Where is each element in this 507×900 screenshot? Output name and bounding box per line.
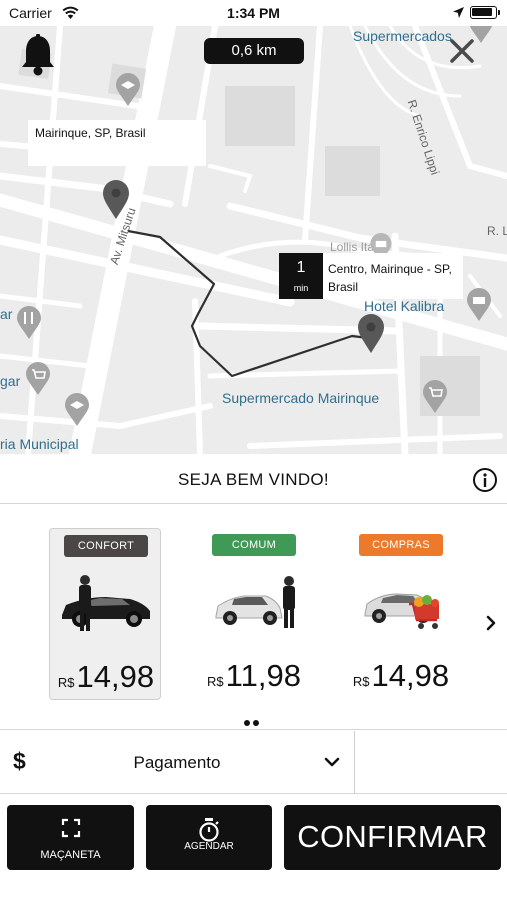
school-poi-icon (116, 73, 140, 106)
confirmar-label: CONFIRMAR (297, 819, 488, 854)
shopping-poi-icon (26, 362, 50, 395)
ride-card-comum[interactable]: COMUM R$11,98 (198, 528, 310, 700)
location-arrow-icon (453, 7, 464, 18)
map-street-label: R. L (487, 224, 507, 238)
status-time: 1:34 PM (227, 5, 280, 21)
ride-price: R$14,98 (50, 659, 162, 695)
payment-divider (354, 731, 355, 794)
page-indicator (244, 713, 262, 731)
agendar-button[interactable]: AGENDAR (146, 805, 272, 870)
ride-card-confort[interactable]: CONFORT R$14,98 (49, 528, 161, 700)
bell-icon[interactable] (20, 34, 56, 76)
origin-pin-icon[interactable] (103, 180, 129, 220)
destination-callout[interactable]: 1 min Centro, Mairinque - SP, Brasil (279, 253, 463, 299)
page-dot (244, 720, 250, 726)
info-icon[interactable] (472, 467, 498, 493)
agendar-label: AGENDAR (184, 841, 234, 852)
shopping-poi-icon (423, 380, 447, 413)
origin-callout[interactable]: Mairinque, SP, Brasil (28, 120, 206, 166)
restaurant-poi-icon (17, 306, 41, 339)
ride-badge: COMPRAS (359, 534, 443, 556)
ride-price-value: 14,98 (76, 659, 155, 694)
map-place-label: ar (0, 306, 13, 322)
macaneta-button[interactable]: MAÇANETA (7, 805, 134, 870)
ride-currency: R$ (57, 675, 75, 690)
map-place-label: ria Municipal (0, 436, 79, 452)
ride-price: R$14,98 (345, 658, 457, 694)
school-poi-icon (65, 393, 89, 426)
payment-label: Pagamento (133, 753, 221, 772)
hatchback-with-driver-image (215, 576, 295, 628)
ride-badge: CONFORT (64, 535, 148, 557)
stopwatch-icon (199, 818, 219, 842)
destination-label: Centro, Mairinque - SP, Brasil (328, 262, 452, 294)
ride-currency: R$ (207, 674, 224, 689)
ride-badge: COMUM (212, 534, 296, 556)
sedan-with-driver-image (62, 575, 150, 631)
map-place-label: Lollis Ita (330, 240, 375, 254)
eta-badge: 1 min (279, 253, 323, 299)
welcome-title: SEJA BEM VINDO! (178, 470, 329, 489)
map-place-label: Supermercados (353, 28, 452, 44)
destination-pin-icon[interactable] (358, 314, 384, 354)
hotel-poi-icon (467, 288, 491, 321)
map-place-label: gar (0, 373, 21, 389)
ride-currency: R$ (352, 674, 370, 689)
ride-price: R$11,98 (198, 658, 310, 694)
eta-unit: min (293, 283, 309, 293)
distance-badge: 0,6 km (204, 38, 304, 64)
chevron-down-icon[interactable] (324, 756, 340, 768)
map-place-label: Hotel Kalibra (364, 298, 445, 314)
battery-icon (470, 6, 500, 19)
macaneta-label: MAÇANETA (40, 849, 101, 861)
page-dot (253, 720, 259, 726)
car-with-shopping-cart-image (364, 593, 439, 629)
map-place-label: Supermercado Mairinque (222, 390, 380, 406)
ride-card-compras[interactable]: COMPRAS R$14,98 (345, 528, 457, 700)
close-icon[interactable] (449, 38, 475, 64)
ride-price-value: 11,98 (225, 658, 301, 693)
ride-price-value: 14,98 (371, 658, 450, 693)
origin-label: Mairinque, SP, Brasil (35, 126, 146, 140)
chevron-right-icon[interactable] (484, 614, 498, 632)
welcome-bar: SEJA BEM VINDO! (0, 454, 507, 504)
map-view[interactable]: Supermercados R. Enrico Lippi Av. Mitsur… (0, 26, 507, 454)
confirmar-button[interactable]: CONFIRMAR (284, 805, 501, 870)
ride-options: CONFORT R$14,98 COMUM R$11,98 COMPRAS R$… (0, 504, 507, 730)
status-bar: Carrier 1:34 PM (0, 0, 507, 26)
expand-corners-icon (61, 818, 80, 838)
eta-value: 1 (296, 259, 306, 276)
payment-selector[interactable]: $ Pagamento (0, 731, 507, 794)
